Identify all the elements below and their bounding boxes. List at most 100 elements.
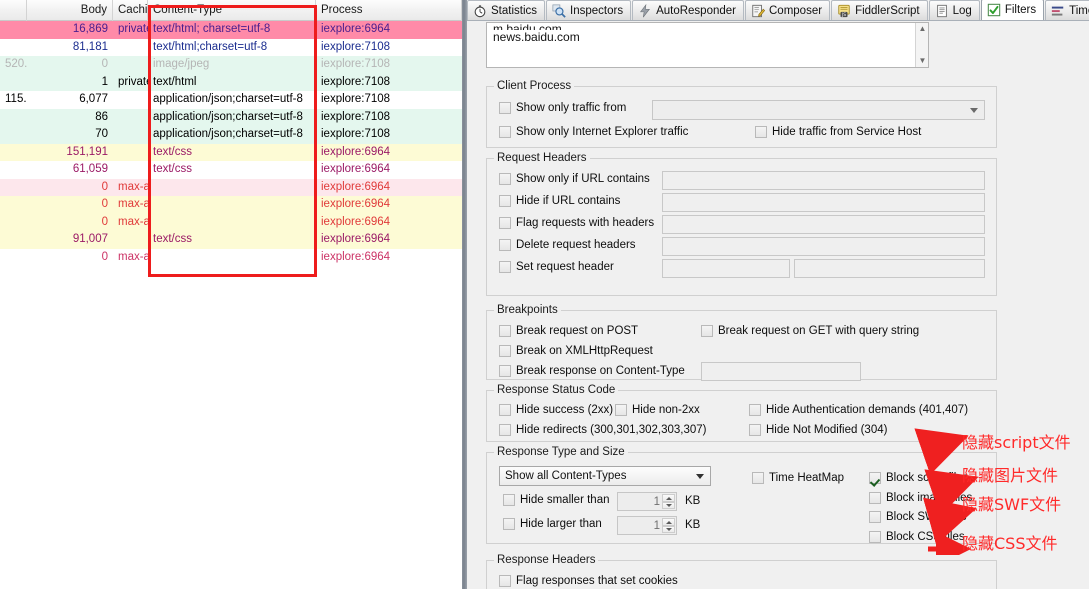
scroll-up-arrow-icon[interactable]: ▲ [918, 25, 927, 33]
hide-service-host-checkbox[interactable] [755, 126, 767, 138]
request-header-checkbox-0[interactable] [499, 173, 511, 185]
spinner-up-icon[interactable] [662, 494, 675, 502]
tab-inspectors[interactable]: Inspectors [546, 0, 632, 20]
break-get-query-checkbox[interactable] [701, 325, 713, 337]
time-heatmap-row[interactable]: Time HeatMap [752, 472, 844, 484]
column-header-caching[interactable]: Caching [113, 0, 148, 21]
show-only-ie-traffic-row[interactable]: Show only Internet Explorer traffic [499, 126, 688, 138]
hide-success-checkbox[interactable] [499, 404, 511, 416]
column-header-edge[interactable] [0, 0, 27, 21]
hide-auth-row[interactable]: Hide Authentication demands (401,407) [749, 404, 968, 416]
hosts-textarea[interactable]: m.baidu.com news.baidu.com ▲ ▼ [486, 22, 929, 68]
break-post-row[interactable]: Break request on POST [499, 325, 638, 337]
time-heatmap-checkbox[interactable] [752, 472, 764, 484]
block-css-row[interactable]: Block CSS files [869, 531, 965, 543]
scroll-down-arrow-icon[interactable]: ▼ [918, 57, 927, 65]
hide-larger-spinner[interactable]: 1 [617, 516, 677, 535]
table-row[interactable]: 91,007 text/css iexplore:6964 [0, 231, 462, 249]
hide-redirects-row[interactable]: Hide redirects (300,301,302,303,307) [499, 424, 707, 436]
hide-larger-row[interactable]: Hide larger than [503, 518, 602, 530]
spinner-buttons[interactable] [662, 518, 675, 533]
tab-fiddlerscript[interactable]: JS FiddlerScript [831, 0, 928, 20]
content-type-filter-dropdown[interactable]: Show all Content-Types [499, 466, 711, 486]
hide-smaller-checkbox[interactable] [503, 494, 515, 506]
request-header-row-2[interactable]: Flag requests with headers [499, 217, 654, 229]
table-row[interactable]: 0 max-ag... iexplore:6964 [0, 196, 462, 214]
hide-larger-checkbox[interactable] [503, 518, 515, 530]
request-header-row-4[interactable]: Set request header [499, 261, 614, 273]
hide-service-host-row[interactable]: Hide traffic from Service Host [755, 126, 921, 138]
request-header-checkbox-2[interactable] [499, 217, 511, 229]
request-header-input-1[interactable] [662, 193, 985, 212]
table-row[interactable]: 0 max-ag... iexplore:6964 [0, 248, 462, 266]
show-only-ie-traffic-checkbox[interactable] [499, 126, 511, 138]
request-header-checkbox-3[interactable] [499, 239, 511, 251]
hide-auth-checkbox[interactable] [749, 404, 761, 416]
request-header-row-3[interactable]: Delete request headers [499, 239, 636, 251]
spinner-down-icon[interactable] [662, 525, 675, 533]
session-grid-body[interactable]: 16,869 private... text/html; charset=utf-8… [0, 21, 462, 266]
table-row[interactable]: 115... 6,077 application/json;charset=utf-… [0, 91, 462, 109]
block-image-checkbox[interactable] [869, 492, 881, 504]
column-header-body[interactable]: Body [27, 0, 113, 21]
spinner-buttons[interactable] [662, 494, 675, 509]
block-swf-checkbox[interactable] [869, 511, 881, 523]
tab-statistics[interactable]: Statistics [467, 0, 546, 20]
request-header-row-0[interactable]: Show only if URL contains [499, 173, 650, 185]
table-row[interactable]: 70 application/json;charset=utf-8 iexplore… [0, 126, 462, 144]
break-content-type-checkbox[interactable] [499, 365, 511, 377]
block-script-checkbox[interactable] [869, 472, 881, 484]
break-post-checkbox[interactable] [499, 325, 511, 337]
flag-cookies-checkbox[interactable] [499, 575, 511, 587]
table-row[interactable]: 0 max-ag... iexplore:6964 [0, 213, 462, 231]
break-xhr-row[interactable]: Break on XMLHttpRequest [499, 345, 653, 357]
break-xhr-checkbox[interactable] [499, 345, 511, 357]
show-only-traffic-from-checkbox[interactable] [499, 102, 511, 114]
hide-smaller-spinner[interactable]: 1 [617, 492, 677, 511]
break-content-type-row[interactable]: Break response on Content-Type [499, 365, 685, 377]
hide-redirects-checkbox[interactable] [499, 424, 511, 436]
spinner-up-icon[interactable] [662, 518, 675, 526]
block-script-row[interactable]: Block script files [869, 472, 968, 484]
table-row[interactable]: 520... 0 image/jpeg iexplore:7108 [0, 56, 462, 74]
request-header-input-0[interactable] [662, 171, 985, 190]
set-request-header-name-input[interactable] [662, 259, 790, 278]
hosts-scrollbar[interactable]: ▲ ▼ [915, 23, 928, 67]
tab-timeline[interactable]: Timeline [1045, 0, 1089, 20]
column-header-content-type[interactable]: Content-Type [148, 0, 316, 21]
flag-cookies-row[interactable]: Flag responses that set cookies [499, 575, 678, 587]
hide-not-modified-row[interactable]: Hide Not Modified (304) [749, 424, 887, 436]
table-row[interactable]: 61,059 text/css iexplore:6964 [0, 161, 462, 179]
table-row[interactable]: 81,181 text/html;charset=utf-8 iexplore:71… [0, 38, 462, 56]
request-header-input-2[interactable] [662, 215, 985, 234]
client-process-dropdown[interactable] [652, 100, 985, 120]
request-header-input-3[interactable] [662, 237, 985, 256]
break-content-type-input[interactable] [701, 362, 861, 381]
hide-not-modified-checkbox[interactable] [749, 424, 761, 436]
block-css-checkbox[interactable] [869, 531, 881, 543]
request-header-checkbox-4[interactable] [499, 261, 511, 273]
break-get-query-row[interactable]: Break request on GET with query string [701, 325, 919, 337]
tab-log[interactable]: Log [928, 0, 980, 20]
table-row[interactable]: 0 max-ag... iexplore:6964 [0, 178, 462, 196]
hide-smaller-row[interactable]: Hide smaller than [503, 494, 609, 506]
set-request-header-value-input[interactable] [794, 259, 985, 278]
spinner-down-icon[interactable] [662, 501, 675, 509]
session-grid[interactable]: Body Caching Content-Type Process 16,869… [0, 0, 462, 589]
tab-composer[interactable]: Composer [745, 0, 831, 20]
block-image-row[interactable]: Block image files [869, 492, 972, 504]
table-row[interactable]: 1 private text/html iexplore:7108 [0, 73, 462, 91]
hide-success-row[interactable]: Hide success (2xx) [499, 404, 613, 416]
request-header-checkbox-1[interactable] [499, 195, 511, 207]
tab-filters[interactable]: Filters [980, 0, 1045, 20]
request-header-row-1[interactable]: Hide if URL contains [499, 195, 620, 207]
table-row[interactable]: 151,191 text/css iexplore:6964 [0, 143, 462, 161]
hide-non2xx-row[interactable]: Hide non-2xx [615, 404, 700, 416]
hide-non2xx-checkbox[interactable] [615, 404, 627, 416]
table-row[interactable]: 16,869 private... text/html; charset=utf-8… [0, 21, 462, 39]
block-swf-row[interactable]: Block SWF files [869, 511, 967, 523]
show-only-traffic-from-row[interactable]: Show only traffic from [499, 102, 626, 114]
column-header-process[interactable]: Process [316, 0, 462, 21]
tab-autoresponder[interactable]: AutoResponder [632, 0, 744, 20]
table-row[interactable]: 86 application/json;charset=utf-8 iexplore… [0, 108, 462, 126]
